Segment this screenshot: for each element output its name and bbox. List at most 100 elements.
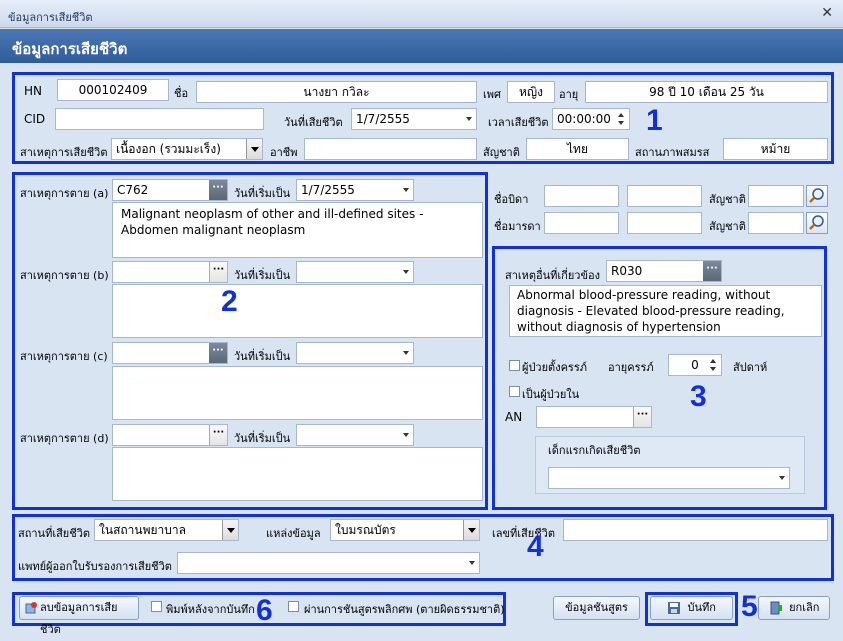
dropdown-icon[interactable] bbox=[222, 520, 238, 540]
mother-firstname-field[interactable] bbox=[544, 212, 619, 234]
death-time-spinner[interactable]: 00:00:00 bbox=[552, 108, 630, 130]
occupation-field[interactable] bbox=[304, 138, 477, 160]
mother-search-button[interactable] bbox=[806, 212, 828, 234]
chevron-down-icon bbox=[779, 476, 785, 480]
father-search-button[interactable] bbox=[806, 185, 828, 207]
browse-icon[interactable]: ··· bbox=[209, 425, 227, 445]
pregnant-label: ผู้ป่วยตั้งครรภ์ bbox=[522, 361, 587, 374]
page-header: ข้อมูลการเสียชีวิต bbox=[0, 29, 843, 63]
cause-b-desc[interactable] bbox=[112, 284, 483, 338]
cause-a-start-picker[interactable]: 1/7/2555 bbox=[296, 179, 414, 201]
autopsy-info-button[interactable]: ข้อมูลชันสูตร bbox=[553, 596, 640, 620]
death-place-select[interactable]: ในสถานพยาบาล bbox=[94, 519, 239, 541]
cancel-button[interactable]: ยกเลิก bbox=[758, 596, 830, 620]
chevron-down-icon bbox=[469, 561, 475, 565]
cause-value: เนื้องอก (รวมมะเร็ง) bbox=[116, 142, 221, 156]
week-label: สัปดาห์ bbox=[733, 361, 768, 374]
delete-death-label: ลบข้อมูลการเสียชีวิต bbox=[40, 601, 118, 636]
cause-a-start-value: 1/7/2555 bbox=[301, 183, 355, 197]
cid-field[interactable] bbox=[55, 108, 264, 130]
father-label: ชื่อบิดา bbox=[494, 193, 529, 206]
mother-nationality-field[interactable] bbox=[748, 212, 804, 234]
dropdown-icon[interactable] bbox=[463, 520, 479, 540]
magnifier-icon bbox=[809, 188, 824, 203]
other-cause-code[interactable]: R030 ··· bbox=[606, 260, 722, 282]
cause-b-start-picker[interactable] bbox=[296, 261, 414, 283]
cause-c-start-picker[interactable] bbox=[296, 342, 414, 364]
chevron-down-icon bbox=[403, 270, 409, 274]
gest-age-label: อายุครรภ์ bbox=[608, 361, 654, 374]
browse-icon[interactable]: ··· bbox=[703, 261, 721, 281]
cause-a-desc[interactable]: Malignant neoplasm of other and ill-defi… bbox=[112, 202, 483, 258]
sex-field[interactable]: หญิง bbox=[507, 81, 555, 103]
death-time-value: 00:00:00 bbox=[557, 112, 611, 126]
infant-death-select[interactable] bbox=[548, 467, 790, 489]
source-select[interactable]: ใบมรณบัตร bbox=[330, 519, 480, 541]
cause-d-start-label: วันที่เริ่มเป็น bbox=[234, 432, 291, 445]
cause-d-label: สาเหตุการตาย (d) bbox=[20, 432, 109, 445]
cause-b-code[interactable]: ··· bbox=[112, 261, 228, 283]
father-lastname-field[interactable] bbox=[627, 185, 702, 207]
doctor-select[interactable] bbox=[177, 552, 480, 574]
magnifier-icon bbox=[809, 215, 824, 230]
browse-icon[interactable]: ··· bbox=[209, 343, 227, 363]
cause-c-code[interactable]: ··· bbox=[112, 342, 228, 364]
other-cause-desc[interactable]: Abnormal blood-pressure reading, without… bbox=[509, 285, 822, 337]
chevron-down-icon bbox=[466, 117, 472, 121]
cert-no-field[interactable] bbox=[563, 519, 828, 541]
cause-label: สาเหตุการเสียชีวิต bbox=[20, 146, 108, 159]
cause-c-desc[interactable] bbox=[112, 366, 483, 420]
death-date-label: วันที่เสียชีวิต bbox=[284, 116, 343, 129]
death-time-label: เวลาเสียชีวิต bbox=[488, 116, 549, 129]
gest-age-value: 0 bbox=[691, 358, 699, 372]
cause-d-code[interactable]: ··· bbox=[112, 424, 228, 446]
cancel-label: ยกเลิก bbox=[789, 601, 820, 614]
death-date-picker[interactable]: 1/7/2555 bbox=[351, 108, 477, 130]
inpatient-checkbox[interactable] bbox=[509, 386, 520, 397]
print-after-save-checkbox[interactable] bbox=[151, 601, 162, 612]
cause-select[interactable]: เนื้องอก (รวมมะเร็ง) bbox=[111, 138, 263, 160]
name-field[interactable]: นางยา กวิละ bbox=[196, 81, 477, 103]
hn-field[interactable]: 000102409 bbox=[57, 79, 169, 101]
chevron-down-icon bbox=[403, 433, 409, 437]
nationality-field[interactable]: ไทย bbox=[526, 138, 629, 160]
save-button[interactable]: บันทึก bbox=[650, 596, 733, 620]
cause-d-desc[interactable] bbox=[112, 447, 483, 501]
other-cause-label: สาเหตุอื่นที่เกี่ยวข้อง bbox=[505, 269, 600, 282]
father-nationality-label: สัญชาติ bbox=[709, 193, 746, 206]
infant-death-group: เด็กแรกเกิดเสียชีวิต bbox=[535, 436, 805, 494]
gest-age-spinner[interactable]: 0 bbox=[668, 354, 722, 376]
mother-nationality-label: สัญชาติ bbox=[709, 220, 746, 233]
browse-icon[interactable]: ··· bbox=[209, 180, 227, 200]
an-field[interactable]: ··· bbox=[536, 406, 652, 428]
marital-field[interactable]: หม้าย bbox=[723, 138, 828, 160]
annotation-3: 3 bbox=[690, 380, 707, 413]
father-nationality-field[interactable] bbox=[748, 185, 804, 207]
inpatient-label: เป็นผู้ป่วยใน bbox=[522, 388, 580, 401]
autopsy-checkbox[interactable] bbox=[288, 601, 299, 612]
name-label: ชื่อ bbox=[174, 87, 189, 100]
spinner-arrows-icon[interactable] bbox=[615, 109, 629, 129]
occupation-label: อาชีพ bbox=[270, 146, 298, 159]
age-label: อายุ bbox=[559, 88, 579, 101]
pregnant-checkbox[interactable] bbox=[509, 360, 520, 371]
browse-icon[interactable]: ··· bbox=[633, 407, 651, 427]
annotation-4: 4 bbox=[527, 530, 544, 563]
cause-a-code[interactable]: C762 ··· bbox=[112, 179, 228, 201]
cause-a-code-value: C762 bbox=[117, 183, 149, 197]
annotation-2: 2 bbox=[221, 285, 238, 318]
source-value: ใบมรณบัตร bbox=[335, 523, 396, 537]
cause-d-start-picker[interactable] bbox=[296, 424, 414, 446]
mother-lastname-field[interactable] bbox=[627, 212, 702, 234]
father-firstname-field[interactable] bbox=[544, 185, 619, 207]
spinner-arrows-icon[interactable] bbox=[707, 355, 721, 375]
annotation-1: 1 bbox=[646, 104, 663, 137]
infant-death-label: เด็กแรกเกิดเสียชีวิต bbox=[548, 444, 641, 457]
dropdown-icon[interactable] bbox=[246, 139, 262, 159]
close-icon[interactable]: ✕ bbox=[821, 5, 833, 21]
browse-icon[interactable]: ··· bbox=[209, 262, 227, 282]
cid-label: CID bbox=[24, 112, 46, 126]
age-field[interactable]: 98 ปี 10 เดือน 25 วัน bbox=[585, 81, 828, 103]
sex-label: เพศ bbox=[483, 88, 501, 101]
delete-death-button[interactable]: ลบข้อมูลการเสียชีวิต bbox=[19, 596, 139, 636]
